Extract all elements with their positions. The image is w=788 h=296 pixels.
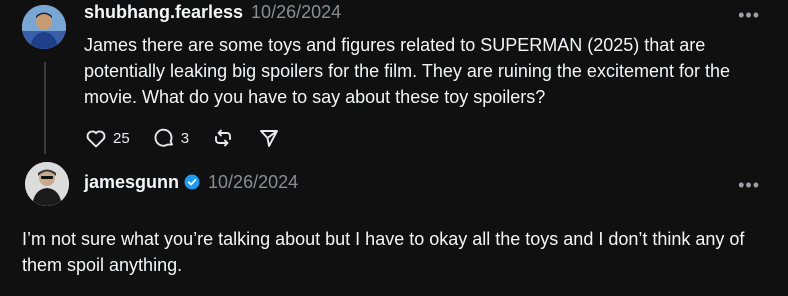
heart-icon [86,130,106,148]
post-text: I’m not sure what you’re talking about b… [22,229,745,275]
reply-count: 3 [180,129,190,147]
timestamp[interactable]: 10/26/2024 [208,172,298,193]
more-options-button[interactable]: ••• [738,176,760,194]
action-bar: 25 3 [84,126,303,150]
reply-button[interactable]: 3 [152,126,189,150]
verified-badge-icon [184,174,200,190]
like-button[interactable]: 25 [84,126,130,150]
username[interactable]: jamesgunn [84,172,179,193]
send-icon [260,130,278,147]
avatar-jamesgunn[interactable] [25,162,69,206]
username[interactable]: shubhang.fearless [84,2,243,23]
repost-button[interactable] [211,126,235,150]
repost-icon [215,129,231,147]
comment-icon [154,128,173,147]
avatar-image [22,5,66,49]
avatar-shubhang[interactable] [22,5,66,49]
thread-line [44,62,46,154]
post-header: shubhang.fearless 10/26/2024 [84,2,341,23]
share-button[interactable] [257,126,281,150]
post-header: jamesgunn 10/26/2024 [84,172,298,193]
avatar-image [25,162,69,206]
timestamp[interactable]: 10/26/2024 [251,2,341,23]
more-options-button[interactable]: ••• [738,6,760,24]
like-count: 25 [113,129,130,147]
post-text: James there are some toys and figures re… [84,35,731,107]
